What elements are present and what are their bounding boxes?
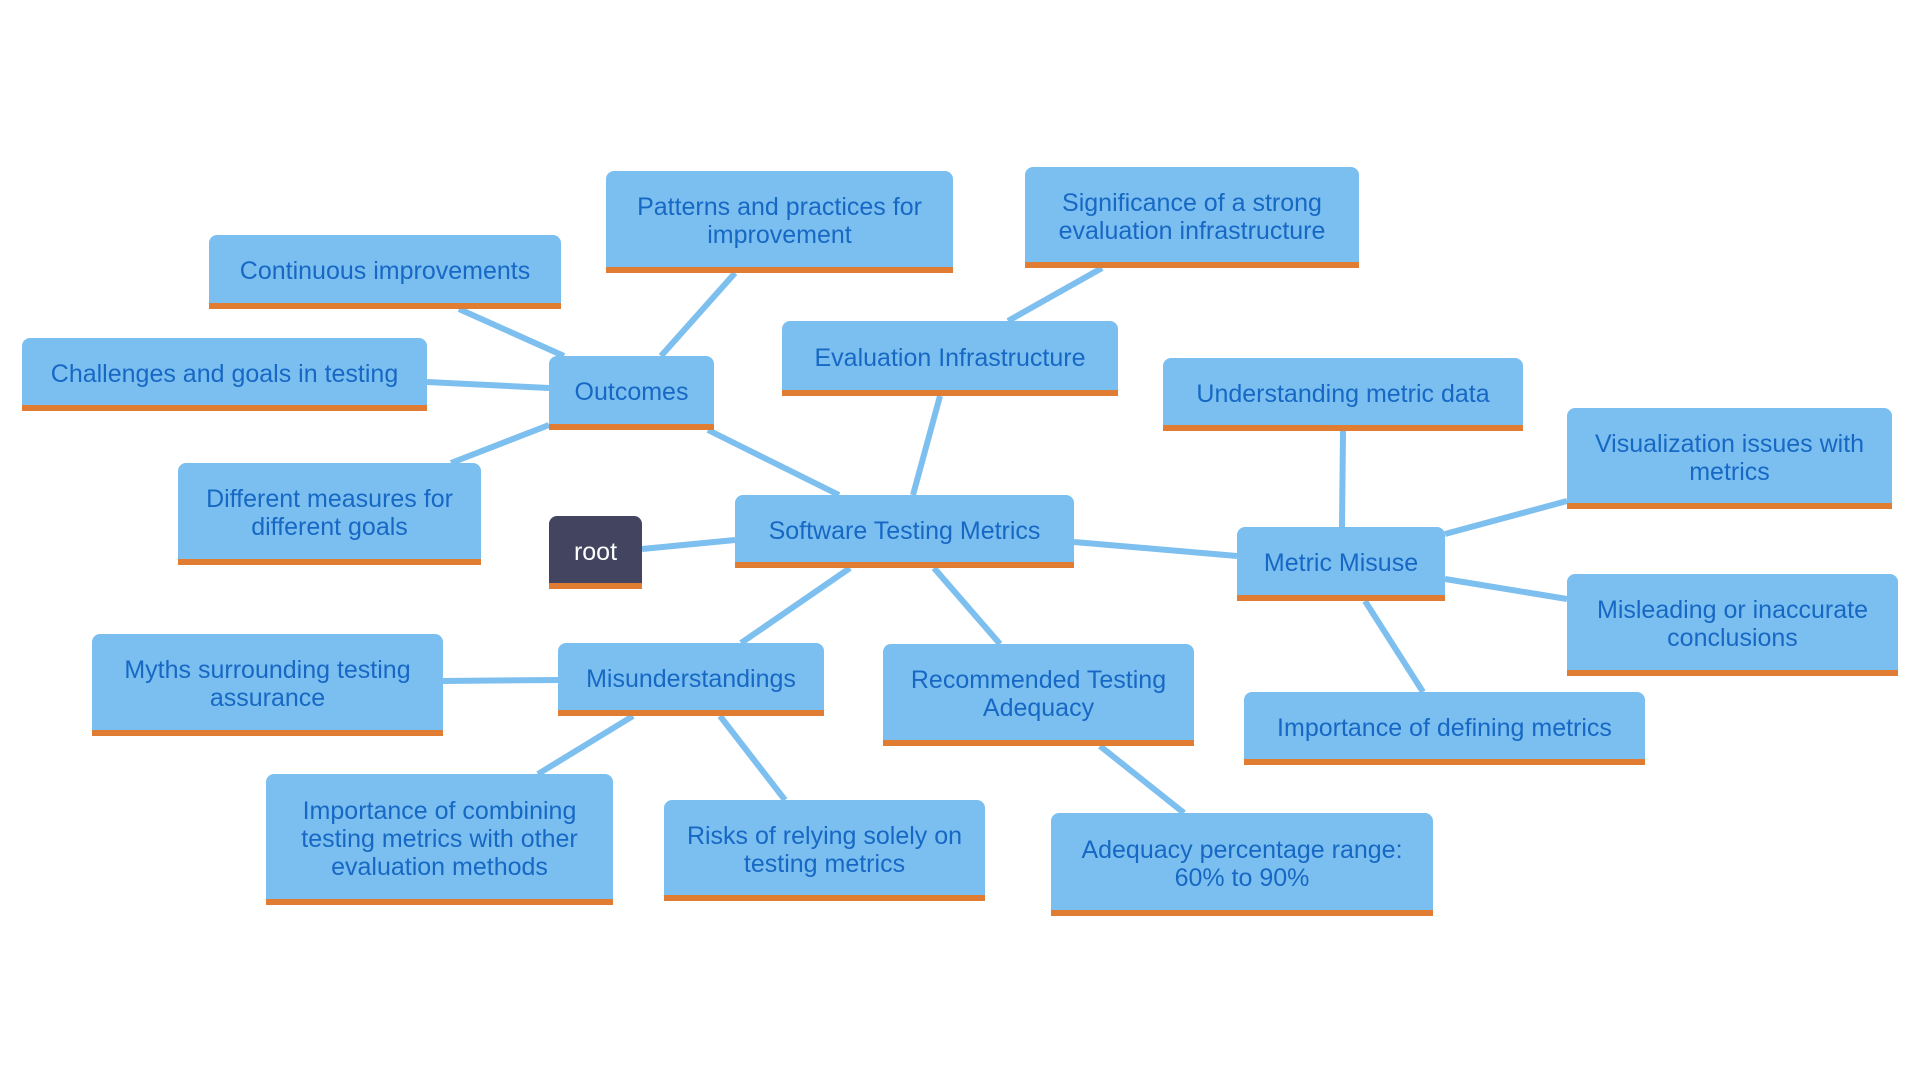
node-label: Importance of combining testing metrics … [301,796,578,881]
node-label: Recommended Testing Adequacy [910,666,1167,722]
node-misunderstandings[interactable]: Misunderstandings [558,643,824,716]
node-label: Outcomes [574,378,689,406]
node-significance-infrastructure[interactable]: Significance of a strong evaluation infr… [1025,167,1359,268]
node-label: Challenges and goals in testing [50,359,399,388]
edge-misuse-visualization [1444,498,1568,537]
node-label: Significance of a strong evaluation infr… [1058,188,1326,245]
edge-stm-outcomes [706,427,841,498]
node-label: Importance of defining metrics [1277,713,1612,742]
node-challenges-goals[interactable]: Challenges and goals in testing [22,338,427,411]
node-label: Understanding metric data [1196,379,1490,408]
node-label: Metric Misuse [1263,549,1419,577]
edge-misunderstandings-myths [442,677,559,684]
node-label: Different measures for different goals [206,485,453,541]
node-adequacy-percentage-range[interactable]: Adequacy percentage range: 60% to 90% [1051,813,1433,916]
edge-outcomes-continuous [457,306,566,359]
edge-misunderstandings-risks [717,714,788,802]
node-metric-misuse[interactable]: Metric Misuse [1237,527,1445,601]
node-different-measures[interactable]: Different measures for different goals [178,463,481,565]
edge-stm-evalinfra [910,395,943,496]
node-recommended-testing-adequacy[interactable]: Recommended Testing Adequacy [883,644,1194,746]
edge-stm-misuse [1073,539,1238,559]
node-evaluation-infrastructure[interactable]: Evaluation Infrastructure [782,321,1118,396]
node-software-testing-metrics[interactable]: Software Testing Metrics [735,495,1074,568]
node-label: Risks of relying solely on testing metri… [686,821,963,878]
edge-stm-misunderstandings [739,565,852,646]
node-label: Misleading or inaccurate conclusions [1597,596,1868,652]
edge-misuse-understanding [1339,430,1346,528]
node-patterns-practices[interactable]: Patterns and practices for improvement [606,171,953,273]
edge-misuse-misleading [1444,576,1568,602]
edge-root-stm [641,537,736,552]
edge-misunderstandings-combining [536,713,635,777]
node-label: Continuous improvements [239,257,531,285]
edge-stm-recommended [931,566,1003,646]
node-label: Visualization issues with metrics [1594,429,1865,486]
node-label: root [573,537,618,566]
node-continuous-improvements[interactable]: Continuous improvements [209,235,561,309]
node-risks-relying[interactable]: Risks of relying solely on testing metri… [664,800,985,901]
node-label: Software Testing Metrics [768,516,1041,545]
edge-misuse-defining [1362,599,1426,694]
node-label: Myths surrounding testing assurance [124,656,411,712]
node-myths-testing-assurance[interactable]: Myths surrounding testing assurance [92,634,443,736]
edge-outcomes-patterns [658,271,738,358]
node-root[interactable]: root [549,516,642,589]
node-importance-combining[interactable]: Importance of combining testing metrics … [266,774,613,905]
node-label: Adequacy percentage range: 60% to 90% [1081,835,1403,892]
node-visualization-issues[interactable]: Visualization issues with metrics [1567,408,1892,509]
edge-outcomes-challenges [426,379,550,391]
node-label: Patterns and practices for improvement [637,193,922,249]
edge-evalinfra-significance [1006,265,1104,324]
edge-recommended-adequacy [1098,743,1186,816]
edge-outcomes-different [449,422,551,466]
node-outcomes[interactable]: Outcomes [549,356,714,430]
node-label: Misunderstandings [586,664,796,693]
node-importance-defining-metrics[interactable]: Importance of defining metrics [1244,692,1645,765]
node-understanding-metric-data[interactable]: Understanding metric data [1163,358,1523,431]
node-misleading-conclusions[interactable]: Misleading or inaccurate conclusions [1567,574,1898,676]
node-label: Evaluation Infrastructure [814,343,1086,372]
